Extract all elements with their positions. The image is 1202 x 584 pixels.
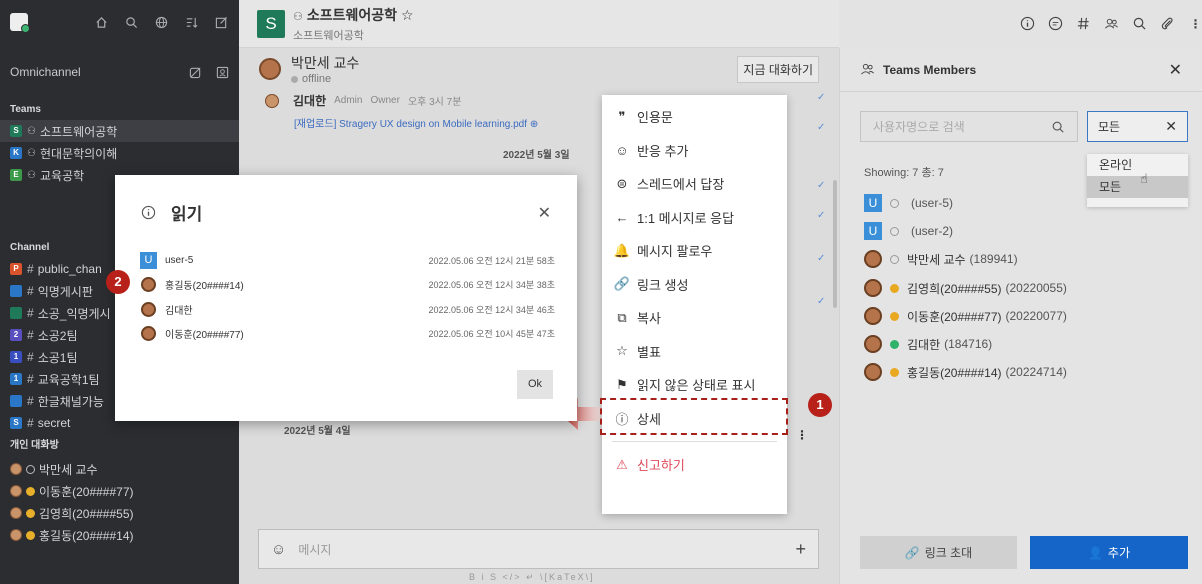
modal-title: 읽기 xyxy=(171,205,203,224)
message-context-menu: ❞ 인용문 ☺ 반응 추가 ⊜ 스레드에서 답장 ← 1:1 메시지로 응답 🔔 메시지 팔로우 🔗… xyxy=(602,95,787,514)
step-badge-2: 2 xyxy=(106,270,130,294)
user-avatar: U xyxy=(140,251,157,269)
add-reaction-icon: ☺ xyxy=(615,142,629,158)
bell-icon: 🔔 xyxy=(613,242,631,258)
reader-list: Uuser-5 2022.05.06 오전 12시 21분 58초홍길동(20##… xyxy=(140,248,555,346)
reader-name: 김대한 xyxy=(165,305,193,317)
reader-avatar xyxy=(141,301,156,317)
highlight-detail xyxy=(600,398,788,435)
menu-item-label: 반응 추가 xyxy=(637,143,689,159)
menu-item[interactable]: 🔔 메시지 팔로우 xyxy=(602,234,787,268)
star-icon: ☆ xyxy=(616,343,628,359)
menu-item-label: 메시지 팔로우 xyxy=(637,244,713,260)
menu-item-label: 읽지 않은 상태로 표시 xyxy=(637,378,756,394)
link-icon: 🔗 xyxy=(613,276,631,292)
reader-time: 2022.05.06 오전 12시 34분 46초 xyxy=(428,304,555,315)
menu-item-label: 링크 생성 xyxy=(637,277,689,293)
menu-item-label: 신고하기 xyxy=(637,458,685,474)
reader-time: 2022.05.06 오전 12시 34분 38초 xyxy=(428,280,555,291)
menu-item-label: 인용문 xyxy=(637,110,673,126)
step-badge-1: 1 xyxy=(808,393,832,417)
reader-row: 김대한 2022.05.06 오전 12시 34분 46초 xyxy=(140,297,555,322)
menu-item-label: 별표 xyxy=(637,344,661,360)
menu-item[interactable]: ☆ 별표 xyxy=(602,335,787,369)
menu-item-label: 1:1 메시지로 응답 xyxy=(637,210,735,226)
reader-row: 이동훈(20####77) 2022.05.06 오전 10시 45분 47초 xyxy=(140,322,555,347)
reader-name: user-5 xyxy=(165,254,194,266)
reply-icon: ← xyxy=(615,209,629,225)
more-options-icon[interactable]: ⋮ xyxy=(796,428,808,442)
reader-name: 홍길동(20####14) xyxy=(165,281,244,293)
menu-item-label: 복사 xyxy=(637,311,661,327)
quote-icon: ❞ xyxy=(618,108,626,124)
info-icon xyxy=(141,205,156,220)
flag-icon: ⚑ xyxy=(616,376,628,392)
menu-divider xyxy=(612,441,777,442)
close-icon[interactable]: ✕ xyxy=(538,203,551,223)
menu-item[interactable]: ← 1:1 메시지로 응답 xyxy=(602,201,787,235)
reader-time: 2022.05.06 오전 12시 21분 58초 xyxy=(428,255,555,266)
reader-avatar xyxy=(141,277,156,293)
thread-icon: ⊜ xyxy=(616,175,628,191)
reader-name: 이동훈(20####77) xyxy=(165,330,244,342)
menu-item[interactable]: 🔗 링크 생성 xyxy=(602,268,787,302)
reader-time: 2022.05.06 오전 10시 45분 47초 xyxy=(428,329,555,340)
menu-item[interactable]: ⊜ 스레드에서 답장 xyxy=(602,167,787,201)
reader-row: Uuser-5 2022.05.06 오전 12시 21분 58초 xyxy=(140,248,555,273)
copy-icon: ⧉ xyxy=(617,309,627,325)
menu-item[interactable]: ☺ 반응 추가 xyxy=(602,134,787,168)
menu-item-report[interactable]: ⚠ 신고하기 xyxy=(602,448,787,482)
menu-item[interactable]: ⧉ 복사 xyxy=(602,301,787,335)
reader-avatar xyxy=(141,326,156,342)
ok-button[interactable]: Ok xyxy=(517,370,553,399)
menu-item[interactable]: ❞ 인용문 xyxy=(602,100,787,134)
menu-item-label: 스레드에서 답장 xyxy=(637,177,725,193)
reader-row: 홍길동(20####14) 2022.05.06 오전 12시 34분 38초 xyxy=(140,273,555,298)
warning-icon: ⚠ xyxy=(616,456,628,472)
read-receipts-modal: 읽기 ✕ Uuser-5 2022.05.06 오전 12시 21분 58초홍길동… xyxy=(115,175,577,421)
menu-item[interactable]: ⚑ 읽지 않은 상태로 표시 xyxy=(602,368,787,402)
